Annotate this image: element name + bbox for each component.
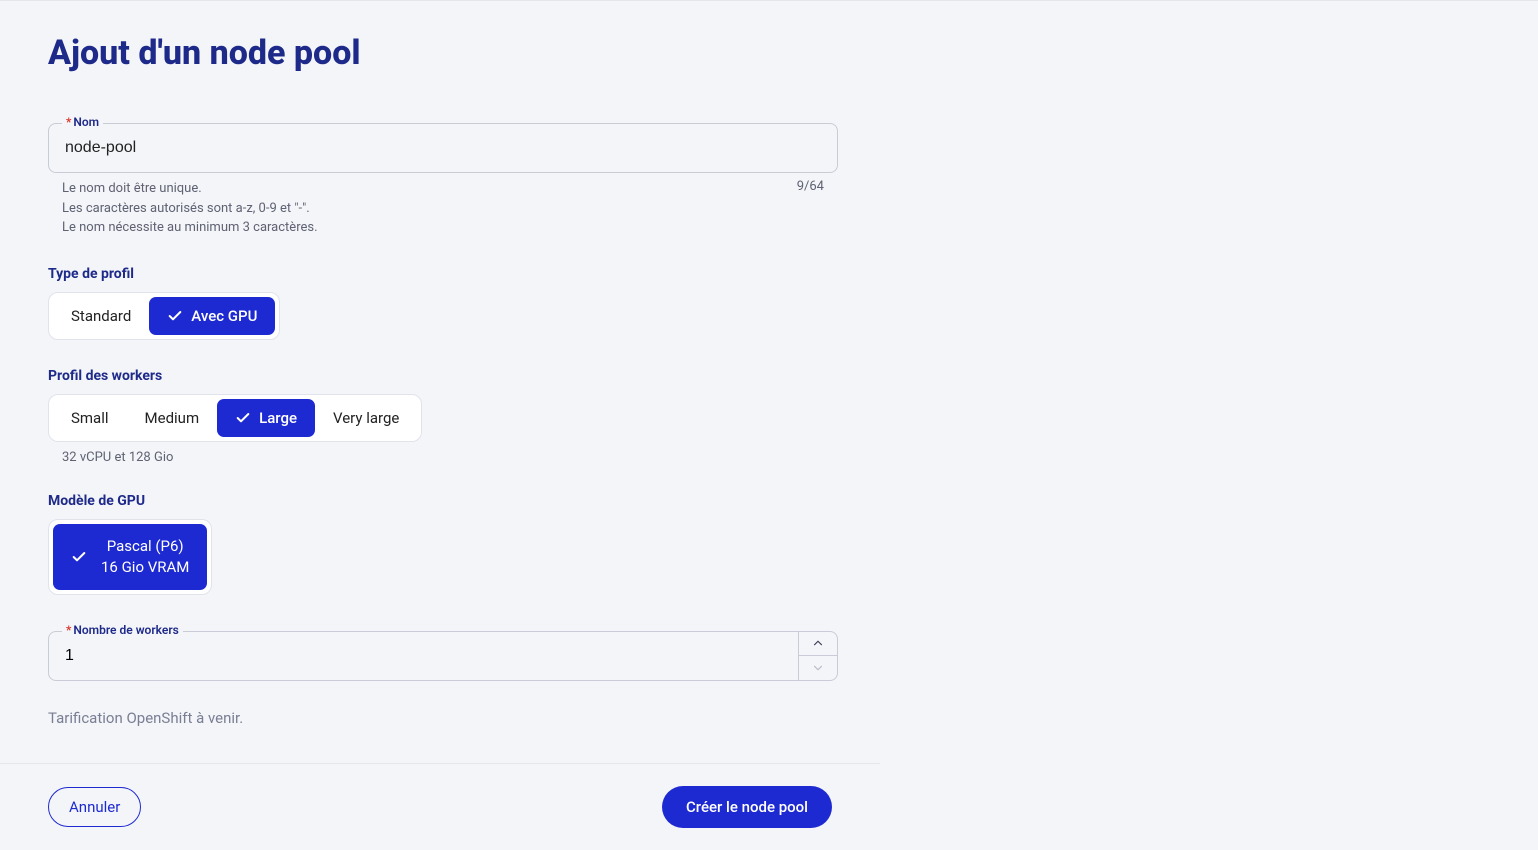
profile-type-standard[interactable]: Standard [53, 297, 149, 335]
page-title: Ajout d'un node pool [48, 33, 1490, 73]
cancel-button[interactable]: Annuler [48, 787, 141, 827]
name-input[interactable] [48, 123, 838, 173]
worker-profile-verylarge[interactable]: Very large [315, 399, 417, 437]
gpu-model-label: Modèle de GPU [48, 493, 1490, 509]
name-counter: 9/64 [797, 179, 824, 238]
worker-profile-large[interactable]: Large [217, 399, 315, 437]
chevron-up-icon [811, 636, 825, 650]
check-icon [71, 549, 87, 565]
name-label: *Nom [62, 115, 103, 129]
workers-increment-button[interactable] [799, 632, 837, 657]
worker-profile-label: Profil des workers [48, 368, 1490, 384]
footer: Annuler Créer le node pool [0, 763, 880, 850]
worker-profile-small[interactable]: Small [53, 399, 127, 437]
profile-type-gpu[interactable]: Avec GPU [149, 297, 275, 335]
check-icon [235, 410, 251, 426]
gpu-model-option[interactable]: Pascal (P6) 16 Gio VRAM [53, 524, 207, 590]
workers-count-label: *Nombre de workers [62, 623, 183, 637]
pricing-note: Tarification OpenShift à venir. [48, 709, 1490, 727]
check-icon [167, 308, 183, 324]
profile-type-group: Standard Avec GPU [48, 292, 280, 340]
profile-type-label: Type de profil [48, 266, 1490, 282]
worker-profile-description: 32 vCPU et 128 Gio [62, 450, 1490, 465]
worker-profile-group: Small Medium Large Very large [48, 394, 422, 442]
gpu-model-card: Pascal (P6) 16 Gio VRAM [48, 519, 212, 595]
submit-button[interactable]: Créer le node pool [662, 786, 832, 828]
chevron-down-icon [811, 661, 825, 675]
worker-profile-medium[interactable]: Medium [127, 399, 218, 437]
workers-spinner [798, 631, 838, 681]
workers-decrement-button[interactable] [799, 656, 837, 680]
name-help: Le nom doit être unique. Les caractères … [62, 179, 318, 238]
workers-count-input[interactable] [48, 631, 798, 681]
